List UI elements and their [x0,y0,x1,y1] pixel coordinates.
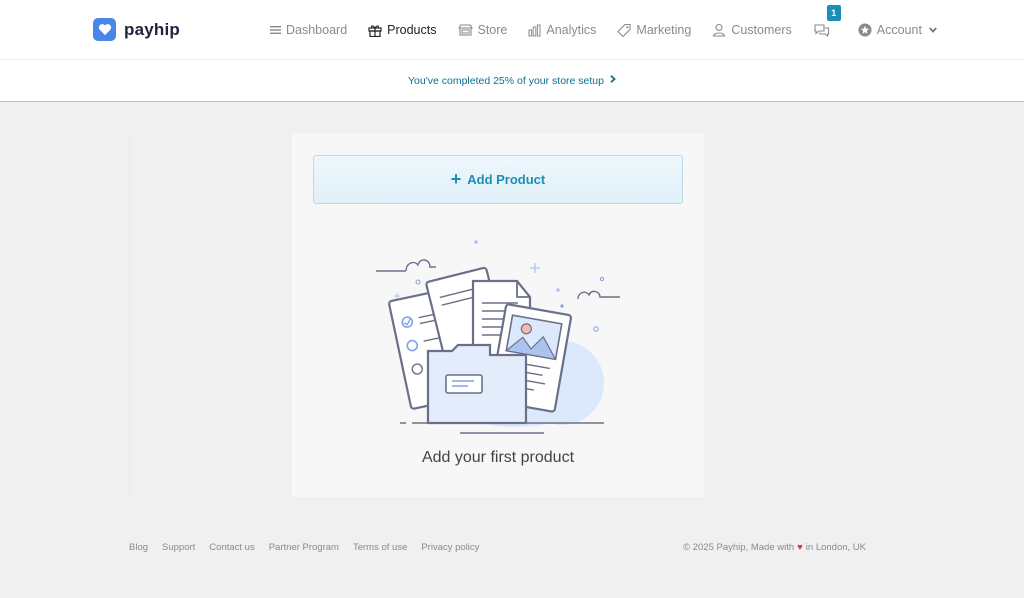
copyright: © 2025 Payhip, Made with ♥ in London, UK [683,542,866,553]
analytics-icon [528,24,541,37]
nav-item-label: Marketing [636,23,692,37]
setup-progress-link[interactable]: You've completed 25% of your store setup [408,75,616,87]
products-empty-state-card: + Add Product Add your first product [292,133,704,497]
chat-bubbles-icon [813,23,830,37]
nav-item-label: Analytics [546,23,597,37]
content-divider [129,133,130,497]
top-navigation-bar: payhip Dashboard Products Store Analytic… [0,0,1024,60]
empty-state-title: Add your first product [421,449,575,466]
chevron-down-icon [929,27,937,33]
nav-item-label: Products [387,23,437,37]
add-product-label: Add Product [467,172,546,187]
menu-icon [270,25,281,35]
nav-item-label: Store [477,23,508,37]
footer-links: Blog Support Contact us Partner Program … [129,542,479,553]
setup-progress-banner: You've completed 25% of your store setup [0,60,1024,102]
nav-item-label: Customers [731,23,792,37]
nav-item-dashboard[interactable]: Dashboard [270,23,347,37]
nav-item-label: Dashboard [286,23,348,37]
nav-item-marketing[interactable]: Marketing [617,23,691,37]
nav-item-messages[interactable]: 1 [813,5,841,37]
tag-icon [617,23,631,37]
setup-progress-text: You've completed 25% of your store setup [408,74,604,87]
footer-link-privacy[interactable]: Privacy policy [421,542,479,553]
payhip-logo[interactable]: payhip [93,18,180,41]
brand-name: payhip [124,19,180,39]
nav-item-products[interactable]: Products [368,23,437,37]
gift-icon [368,24,382,37]
nav-item-store[interactable]: Store [457,23,508,37]
copyright-suffix: in London, UK [805,542,866,553]
account-label: Account [876,23,922,37]
footer-link-terms[interactable]: Terms of use [353,542,407,553]
plus-icon: + [450,168,462,189]
user-icon [712,23,726,37]
add-product-button[interactable]: + Add Product [313,155,683,204]
nav-item-analytics[interactable]: Analytics [528,23,596,37]
footer-link-blog[interactable]: Blog [129,542,148,553]
empty-products-illustration [376,240,620,434]
star-badge-icon [858,23,872,37]
notification-badge: 1 [826,5,841,21]
footer-link-support[interactable]: Support [162,542,195,553]
store-icon [457,24,473,36]
chevron-right-icon [610,75,616,86]
footer: Blog Support Contact us Partner Program … [129,542,866,553]
heart-icon: ♥ [797,542,803,553]
account-menu[interactable]: Account [858,23,937,37]
main-nav: Dashboard Products Store Analytics Marke… [270,0,958,60]
nav-item-customers[interactable]: Customers [712,23,792,37]
footer-link-contact[interactable]: Contact us [209,542,254,553]
heart-tag-icon [93,18,116,41]
copyright-prefix: © 2025 Payhip, Made with [683,542,795,553]
footer-link-partner-program[interactable]: Partner Program [269,542,339,553]
